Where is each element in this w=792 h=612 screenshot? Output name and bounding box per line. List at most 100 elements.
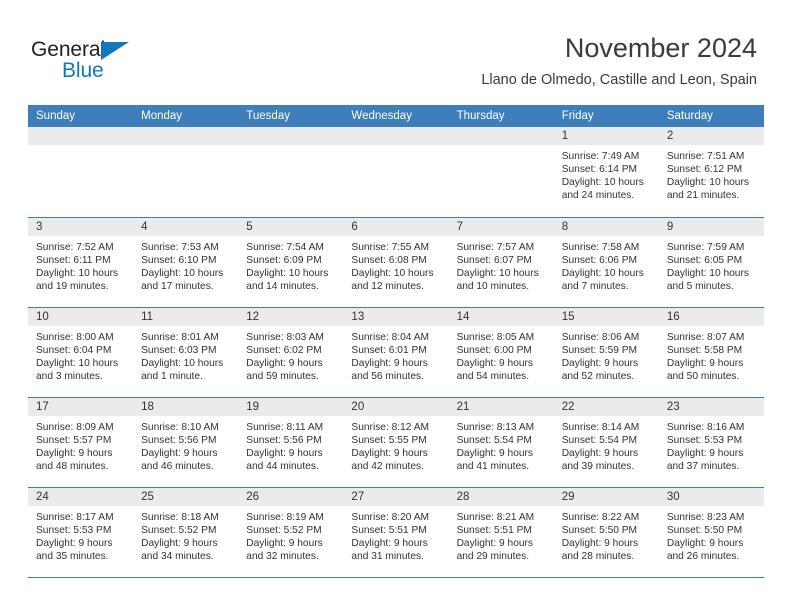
day-cell[interactable]: 24 Sunrise: 8:17 AM Sunset: 5:53 PM Dayligh… (28, 486, 134, 578)
day-cell-details: Sunrise: 8:12 AM Sunset: 5:55 PM Daylight:… (343, 416, 448, 473)
sunrise-text: Sunrise: 8:19 AM (246, 511, 324, 523)
day-cell[interactable]: 21 Sunrise: 8:13 AM Sunset: 5:54 PM Dayligh… (448, 396, 554, 487)
day-number (238, 127, 344, 145)
sunrise-text: Sunrise: 8:03 AM (246, 331, 324, 343)
day-cell[interactable]: 8 Sunrise: 7:58 AM Sunset: 6:06 PM Daylight… (553, 216, 659, 307)
sunset-text: Sunset: 5:53 PM (36, 524, 112, 536)
day-cell[interactable]: 13 Sunrise: 8:04 AM Sunset: 6:01 PM Dayligh… (343, 306, 449, 397)
day-cell[interactable]: 30 Sunrise: 8:23 AM Sunset: 5:50 PM Dayligh… (658, 486, 764, 578)
calendar-page: General Blue November 2024 Llano de Olme… (0, 0, 792, 612)
day-cell-details: Sunrise: 7:59 AM Sunset: 6:05 PM Daylight:… (659, 236, 764, 293)
daylight-text: Daylight: 9 hours and 37 minutes. (666, 447, 744, 472)
day-cell[interactable]: 11 Sunrise: 8:01 AM Sunset: 6:03 PM Dayligh… (133, 306, 239, 397)
day-cell-details: Sunrise: 8:00 AM Sunset: 6:04 PM Daylight:… (28, 326, 133, 383)
day-cell-empty (28, 127, 134, 217)
sunset-text: Sunset: 6:04 PM (36, 344, 112, 356)
day-cell[interactable]: 9 Sunrise: 7:59 AM Sunset: 6:05 PM Daylight… (658, 216, 764, 307)
day-cell-details: Sunrise: 8:01 AM Sunset: 6:03 PM Daylight:… (133, 326, 238, 383)
day-cell[interactable]: 25 Sunrise: 8:18 AM Sunset: 5:52 PM Dayligh… (133, 486, 239, 578)
day-cell[interactable]: 3 Sunrise: 7:52 AM Sunset: 6:11 PM Daylight… (28, 216, 134, 307)
sunset-text: Sunset: 6:11 PM (36, 254, 111, 266)
day-cell-empty (133, 127, 239, 217)
generalblue-logo[interactable]: General Blue (31, 38, 231, 86)
sunrise-text: Sunrise: 7:59 AM (666, 241, 745, 253)
sunrise-text: Sunrise: 8:12 AM (351, 421, 430, 433)
day-cell[interactable]: 20 Sunrise: 8:12 AM Sunset: 5:55 PM Dayligh… (343, 396, 449, 487)
sunrise-text: Sunrise: 8:04 AM (351, 331, 430, 343)
day-cell[interactable]: 2 Sunrise: 7:51 AM Sunset: 6:12 PM Daylight… (658, 127, 764, 217)
sunrise-text: Sunrise: 8:06 AM (561, 331, 640, 343)
day-number: 12 (238, 307, 344, 326)
sunrise-text: Sunrise: 7:49 AM (561, 151, 640, 162)
sunrise-text: Sunrise: 8:16 AM (666, 421, 745, 433)
day-cell[interactable]: 4 Sunrise: 7:53 AM Sunset: 6:10 PM Daylight… (133, 216, 239, 307)
sunset-text: Sunset: 6:03 PM (141, 344, 217, 356)
day-cell[interactable]: 12 Sunrise: 8:03 AM Sunset: 6:02 PM Dayligh… (238, 306, 344, 397)
day-cell[interactable]: 10 Sunrise: 8:00 AM Sunset: 6:04 PM Dayligh… (28, 306, 134, 397)
day-number: 9 (658, 217, 764, 236)
day-cell[interactable]: 6 Sunrise: 7:55 AM Sunset: 6:08 PM Daylight… (343, 216, 449, 307)
sunset-text: Sunset: 5:54 PM (456, 434, 532, 446)
day-cell-details: Sunrise: 7:51 AM Sunset: 6:12 PM Daylight:… (659, 145, 764, 202)
day-cell-empty (238, 127, 344, 217)
day-cell[interactable]: 7 Sunrise: 7:57 AM Sunset: 6:07 PM Daylight… (448, 216, 554, 307)
day-cell[interactable]: 15 Sunrise: 8:06 AM Sunset: 5:59 PM Dayligh… (553, 306, 659, 397)
daylight-text: Daylight: 9 hours and 28 minutes. (561, 537, 639, 562)
sunset-text: Sunset: 5:52 PM (141, 524, 217, 536)
day-cell-details: Sunrise: 7:52 AM Sunset: 6:11 PM Daylight:… (28, 236, 133, 293)
day-number: 29 (553, 487, 659, 506)
daylight-text: Daylight: 9 hours and 32 minutes. (246, 537, 323, 562)
sunrise-text: Sunrise: 8:20 AM (351, 511, 430, 523)
daylight-text: Daylight: 9 hours and 56 minutes. (351, 357, 428, 382)
day-cell[interactable]: 22 Sunrise: 8:14 AM Sunset: 5:54 PM Dayligh… (553, 396, 659, 487)
sunset-text: Sunset: 5:53 PM (666, 434, 743, 446)
daylight-text: Daylight: 10 hours and 12 minutes. (351, 267, 434, 292)
day-cell-details: Sunrise: 8:07 AM Sunset: 5:58 PM Daylight:… (659, 326, 764, 383)
daylight-text: Daylight: 9 hours and 46 minutes. (141, 447, 218, 472)
day-cell[interactable]: 17 Sunrise: 8:09 AM Sunset: 5:57 PM Dayligh… (28, 396, 134, 487)
daylight-text: Daylight: 10 hours and 1 minute. (141, 357, 224, 382)
sunset-text: Sunset: 5:56 PM (141, 434, 217, 446)
sunrise-text: Sunrise: 8:14 AM (561, 421, 640, 433)
sunrise-text: Sunrise: 8:18 AM (141, 511, 219, 523)
sunrise-text: Sunrise: 8:01 AM (141, 331, 219, 343)
day-cell-details: Sunrise: 7:57 AM Sunset: 6:07 PM Daylight:… (449, 236, 554, 293)
sunset-text: Sunset: 6:06 PM (561, 254, 638, 266)
daylight-text: Daylight: 10 hours and 24 minutes. (561, 177, 644, 202)
day-number: 7 (448, 217, 554, 236)
sunrise-text: Sunrise: 7:58 AM (561, 241, 640, 253)
day-cell[interactable]: 28 Sunrise: 8:21 AM Sunset: 5:51 PM Dayligh… (448, 486, 554, 578)
daylight-text: Daylight: 9 hours and 52 minutes. (561, 357, 639, 382)
day-cell[interactable]: 27 Sunrise: 8:20 AM Sunset: 5:51 PM Dayligh… (343, 486, 449, 578)
day-number: 18 (133, 397, 239, 416)
day-cell-details: Sunrise: 8:22 AM Sunset: 5:50 PM Daylight:… (554, 506, 659, 563)
day-cell[interactable]: 16 Sunrise: 8:07 AM Sunset: 5:58 PM Dayligh… (658, 306, 764, 397)
sunrise-text: Sunrise: 7:53 AM (141, 241, 219, 253)
sunset-text: Sunset: 6:12 PM (666, 164, 743, 176)
weekday-header-friday: Friday (553, 105, 659, 127)
sunset-text: Sunset: 5:50 PM (666, 524, 743, 536)
day-cell[interactable]: 14 Sunrise: 8:05 AM Sunset: 6:00 PM Dayligh… (448, 306, 554, 397)
sunrise-text: Sunrise: 8:13 AM (456, 421, 535, 433)
sunset-text: Sunset: 6:05 PM (666, 254, 743, 266)
logo-text-blue: Blue (62, 59, 104, 82)
day-number: 3 (28, 217, 134, 236)
sunrise-text: Sunrise: 8:17 AM (36, 511, 114, 523)
day-cell[interactable]: 1 Sunrise: 7:49 AM Sunset: 6:14 PM Daylight… (553, 127, 659, 217)
day-cell-details: Sunrise: 8:18 AM Sunset: 5:52 PM Daylight:… (133, 506, 238, 563)
day-cell[interactable]: 23 Sunrise: 8:16 AM Sunset: 5:53 PM Dayligh… (658, 396, 764, 487)
day-cell[interactable]: 18 Sunrise: 8:10 AM Sunset: 5:56 PM Dayligh… (133, 396, 239, 487)
sunrise-sunset-calendar: Sunday Monday Tuesday Wednesday Thursday Frid… (28, 105, 764, 578)
day-cell[interactable]: 5 Sunrise: 7:54 AM Sunset: 6:09 PM Daylight… (238, 216, 344, 307)
sunset-text: Sunset: 5:59 PM (561, 344, 638, 356)
triangle-icon (101, 42, 129, 60)
day-cell[interactable]: 19 Sunrise: 8:11 AM Sunset: 5:56 PM Dayligh… (238, 396, 344, 487)
day-cell[interactable]: 26 Sunrise: 8:19 AM Sunset: 5:52 PM Dayligh… (238, 486, 344, 578)
weekday-header-thursday: Thursday (448, 105, 554, 127)
day-cell-details: Sunrise: 7:55 AM Sunset: 6:08 PM Daylight:… (343, 236, 448, 293)
day-cell[interactable]: 29 Sunrise: 8:22 AM Sunset: 5:50 PM Dayligh… (553, 486, 659, 578)
daylight-text: Daylight: 9 hours and 48 minutes. (36, 447, 113, 472)
daylight-text: Daylight: 10 hours and 5 minutes. (666, 267, 749, 292)
sunset-text: Sunset: 5:51 PM (456, 524, 532, 536)
daylight-text: Daylight: 10 hours and 14 minutes. (246, 267, 329, 292)
